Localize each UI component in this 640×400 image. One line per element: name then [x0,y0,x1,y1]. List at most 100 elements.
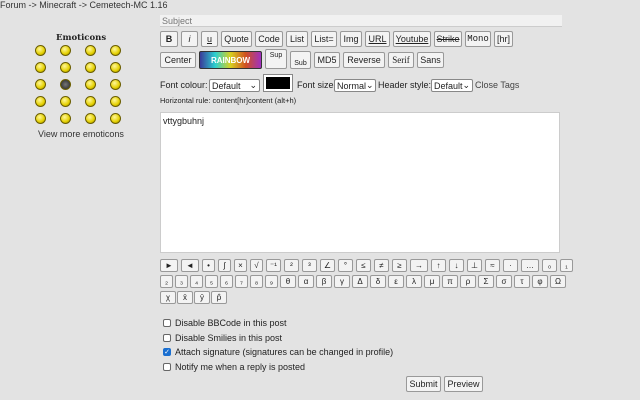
symbol-button[interactable]: • [202,259,215,272]
emoticon-icon[interactable] [35,96,46,107]
symbol-button[interactable]: ₄ [190,275,203,288]
symbol-button[interactable]: ₅ [205,275,218,288]
close-tags-link[interactable]: Close Tags [475,80,519,90]
symbol-button[interactable]: p̂ [211,291,227,304]
symbol-button[interactable]: φ [532,275,548,288]
symbol-button[interactable]: χ [160,291,176,304]
emoticon-icon[interactable] [35,113,46,124]
symbol-button[interactable]: λ [406,275,422,288]
option-checkbox[interactable]: ✓ [163,348,171,356]
symbol-button[interactable]: ≤ [356,259,371,272]
toolbar-button-img[interactable]: Img [340,31,362,47]
toolbar-button-i[interactable]: i [181,31,198,47]
symbol-button[interactable]: ³ [302,259,317,272]
symbol-button[interactable]: … [521,259,539,272]
toolbar-button-md5[interactable]: MD5 [314,52,340,68]
symbol-button[interactable]: Ω [550,275,566,288]
symbol-button[interactable]: ² [284,259,299,272]
toolbar-button-sub[interactable]: Sub [290,51,311,69]
symbol-button[interactable]: ≠ [374,259,389,272]
toolbar-button-center[interactable]: Center [160,52,196,68]
preview-button[interactable]: Preview [444,376,483,392]
emoticon-icon[interactable] [60,45,71,56]
font-size-select[interactable]: Normal ⌄ [334,79,376,92]
symbol-button[interactable]: ₉ [265,275,278,288]
symbol-button[interactable]: ₇ [235,275,248,288]
symbol-button[interactable]: Δ [352,275,368,288]
toolbar-button-b[interactable]: B [160,31,178,47]
symbol-button[interactable]: Σ [478,275,494,288]
view-more-emoticons-link[interactable]: View more emoticons [38,129,124,139]
toolbar-button-sup[interactable]: Sup [265,49,287,69]
message-textarea[interactable]: vttygbuhnj [160,112,560,253]
symbol-button[interactable]: ₈ [250,275,263,288]
emoticon-icon[interactable] [85,79,96,90]
toolbar-button-u[interactable]: u [201,31,218,47]
toolbar-button-youtube[interactable]: Youtube [393,31,431,47]
symbol-button[interactable]: x̄ [177,291,193,304]
symbol-button[interactable]: ↓ [449,259,464,272]
toolbar-button-reverse[interactable]: Reverse [343,52,385,68]
symbol-button[interactable]: · [503,259,518,272]
symbol-button[interactable]: θ [280,275,296,288]
symbol-button[interactable]: ₃ [175,275,188,288]
symbol-button[interactable]: γ [334,275,350,288]
option-checkbox[interactable] [163,319,171,327]
symbol-button[interactable]: ⊥ [467,259,482,272]
toolbar-button-url[interactable]: URL [365,31,390,47]
symbol-button[interactable]: ► [160,259,178,272]
emoticon-icon[interactable] [60,79,71,90]
toolbar-button-sans[interactable]: Sans [417,52,444,68]
option-checkbox[interactable] [163,333,171,342]
symbol-button[interactable]: ₁ [560,259,573,272]
breadcrumb[interactable]: Forum -> Minecraft -> Cemetech-MC 1.16 [0,0,168,10]
emoticon-icon[interactable] [85,96,96,107]
symbol-button[interactable]: α [298,275,314,288]
symbol-button[interactable]: ₆ [220,275,233,288]
symbol-button[interactable]: ⁻¹ [266,259,281,272]
symbol-button[interactable]: ≈ [485,259,500,272]
emoticon-icon[interactable] [35,62,46,73]
symbol-button[interactable]: δ [370,275,386,288]
emoticon-icon[interactable] [85,45,96,56]
symbol-button[interactable]: ≥ [392,259,407,272]
symbol-button[interactable]: √ [250,259,263,272]
symbol-button[interactable]: × [234,259,247,272]
toolbar-button-hr[interactable]: [hr] [494,31,513,47]
emoticon-icon[interactable] [60,96,71,107]
symbol-button[interactable]: ρ [460,275,476,288]
symbol-button[interactable]: μ [424,275,440,288]
emoticon-icon[interactable] [110,113,121,124]
symbol-button[interactable]: τ [514,275,530,288]
emoticon-icon[interactable] [110,96,121,107]
toolbar-button-list[interactable]: List [286,31,308,47]
header-style-select[interactable]: Default ⌄ [431,79,473,92]
emoticon-icon[interactable] [60,113,71,124]
symbol-button[interactable]: ȳ [194,291,210,304]
emoticon-icon[interactable] [35,45,46,56]
colour-swatch[interactable] [263,74,293,92]
submit-button[interactable]: Submit [406,376,441,392]
emoticon-icon[interactable] [85,62,96,73]
toolbar-button-rainbow[interactable]: RAINBOW [199,51,262,69]
symbol-button[interactable]: ₀ [542,259,557,272]
symbol-button[interactable]: ∠ [320,259,335,272]
symbol-button[interactable]: π [442,275,458,288]
symbol-button[interactable]: → [410,259,428,272]
font-colour-select[interactable]: Default ⌄ [209,79,260,92]
symbol-button[interactable]: β [316,275,332,288]
symbol-button[interactable]: ∫ [218,259,231,272]
emoticon-icon[interactable] [60,62,71,73]
symbol-button[interactable]: ◄ [181,259,199,272]
toolbar-button-code[interactable]: Code [255,31,283,47]
emoticon-icon[interactable] [110,45,121,56]
toolbar-button-strike[interactable]: Strike [434,31,462,47]
emoticon-icon[interactable] [110,62,121,73]
emoticon-icon[interactable] [35,79,46,90]
emoticon-icon[interactable] [110,79,121,90]
symbol-button[interactable]: ↑ [431,259,446,272]
toolbar-button-mono[interactable]: Mono [465,31,491,47]
emoticon-icon[interactable] [85,113,96,124]
symbol-button[interactable]: σ [496,275,512,288]
toolbar-button-quote[interactable]: Quote [221,31,252,47]
